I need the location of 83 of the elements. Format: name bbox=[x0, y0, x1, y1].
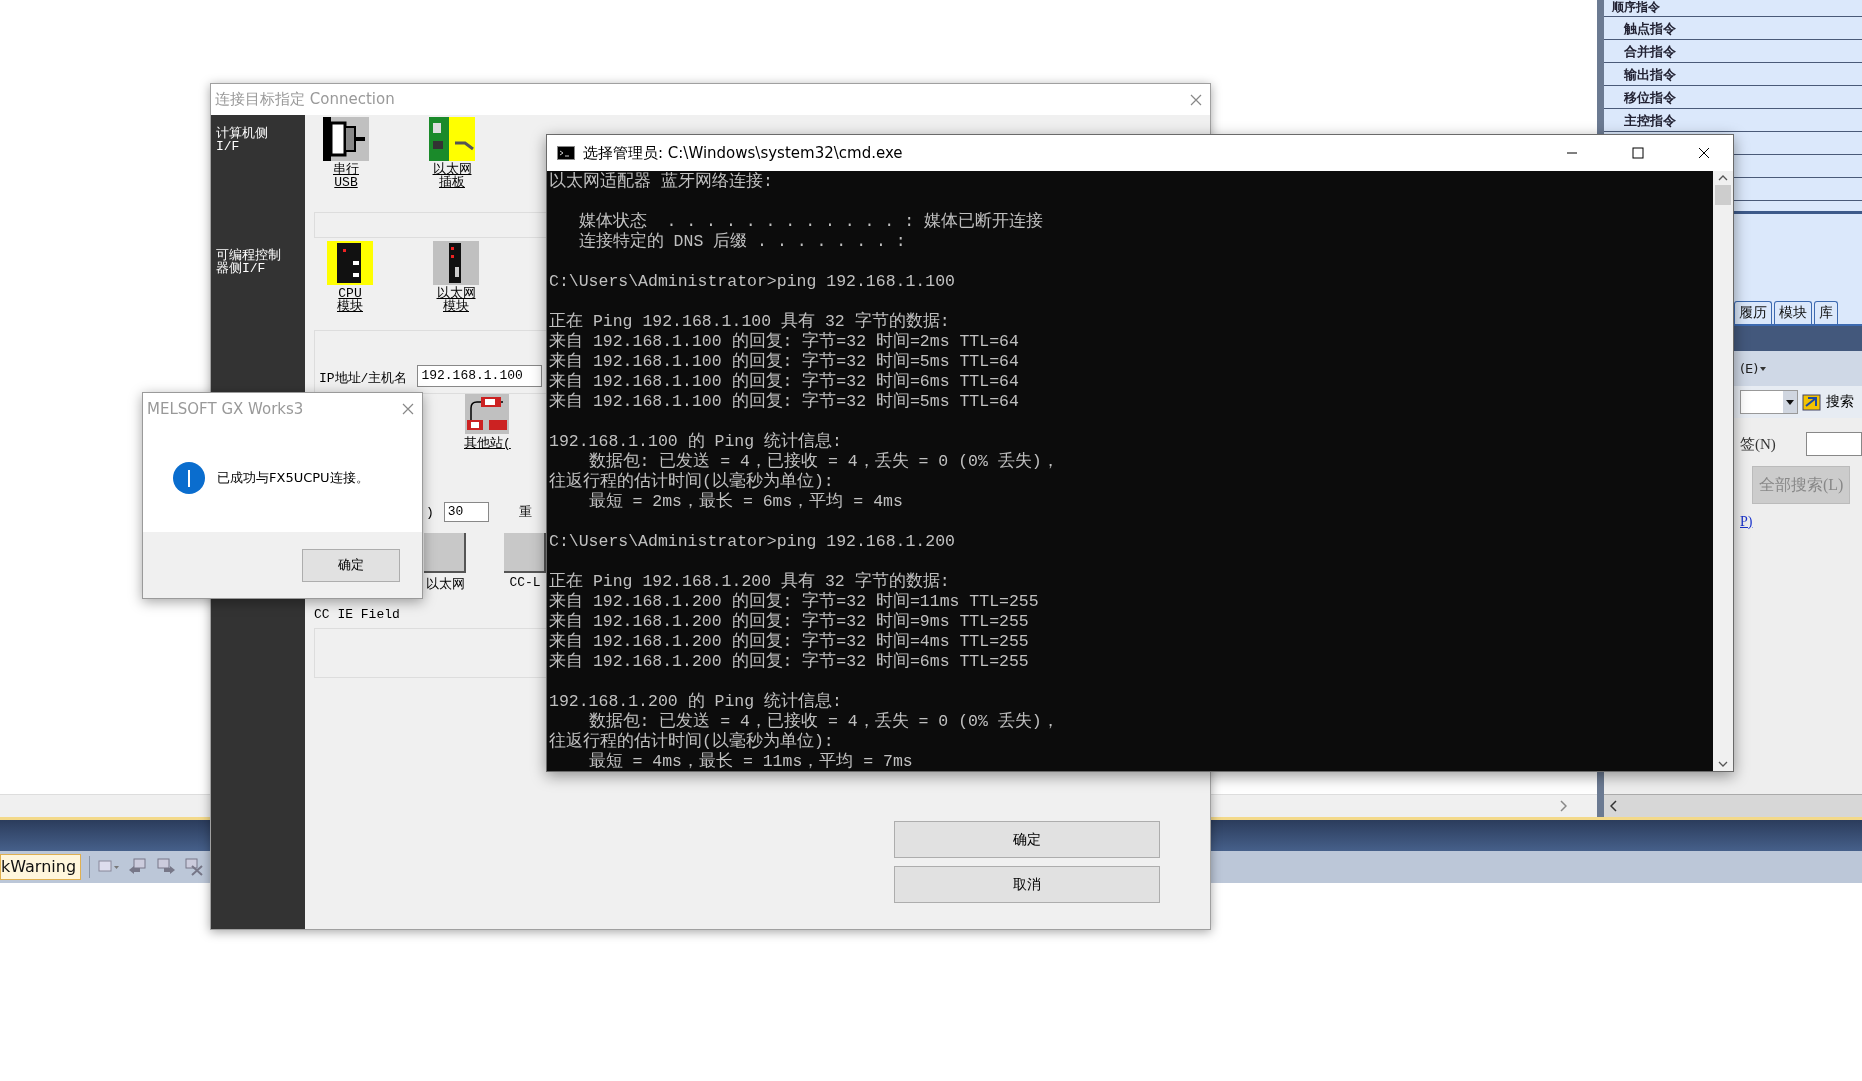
section-label: 可编程控制器侧I/F bbox=[216, 249, 282, 275]
console-line: C:\Users\Administrator>ping 192.168.1.100 bbox=[549, 272, 956, 292]
network-stations-icon[interactable] bbox=[465, 394, 510, 434]
network-option[interactable]: CC-L bbox=[504, 533, 546, 595]
console-line: 以太网适配器 蓝牙网络连接: bbox=[549, 172, 774, 192]
vertical-scrollbar[interactable] bbox=[1713, 171, 1733, 771]
field-label: 签(N) bbox=[1740, 434, 1776, 454]
console-line: 数据包: 已发送 = 4，已接收 = 4，丢失 = 0 (0% 丢失)， bbox=[587, 712, 1060, 731]
dialog-button[interactable]: 取消 bbox=[894, 866, 1160, 903]
label-input-field[interactable] bbox=[1805, 432, 1862, 456]
console-line: 来自 192.168.1.200 的回复: 字节=32 时间=11ms TTL=255 bbox=[549, 592, 1040, 611]
console-icon bbox=[557, 146, 575, 160]
filter-field[interactable]: kWarning bbox=[0, 854, 82, 880]
console-line: 往返行程的估计时间(以毫秒为单位): bbox=[549, 732, 835, 752]
other-station-option[interactable]: 其他站( bbox=[464, 394, 511, 460]
next-icon[interactable] bbox=[156, 858, 177, 876]
console-line: 连接特定的 DNS 后缀 . . . . . . . : bbox=[577, 232, 907, 252]
close-icon[interactable] bbox=[1698, 147, 1710, 159]
console-line: 来自 192.168.1.100 的回复: 字节=32 时间=5ms TTL=64 bbox=[549, 392, 1020, 412]
dialog-title: MELSOFT GX Works3 bbox=[147, 399, 304, 418]
instruction-item[interactable]: 移位指令 bbox=[1604, 86, 1862, 109]
console-line: 192.168.1.200 的 Ping 统计信息: bbox=[549, 692, 843, 712]
console-line: 来自 192.168.1.200 的回复: 字节=32 时间=9ms TTL=255 bbox=[549, 612, 1030, 631]
horizontal-scrollbar[interactable] bbox=[1604, 794, 1862, 817]
instruction-item[interactable]: 输出指令 bbox=[1604, 63, 1862, 86]
chevron-up-icon[interactable] bbox=[1718, 175, 1728, 181]
chevron-right-icon[interactable] bbox=[1559, 800, 1567, 812]
console-line: 媒体状态 . . . . . . . . . . . . : 媒体已断开连接 bbox=[577, 212, 1044, 231]
console-line: 最短 = 4ms，最长 = 11ms，平均 = 7ms bbox=[587, 752, 914, 771]
link[interactable]: P) bbox=[1740, 514, 1753, 530]
group-label: CC IE Field bbox=[314, 607, 400, 622]
caret-down-icon[interactable] bbox=[1760, 366, 1767, 371]
dialog-button[interactable]: 确定 bbox=[894, 821, 1160, 858]
interface-option[interactable]: 以太网 插板 bbox=[422, 117, 482, 209]
scrollbar-thumb[interactable] bbox=[1715, 185, 1731, 205]
maximize-icon[interactable] bbox=[1632, 147, 1644, 159]
console-line: 来自 192.168.1.100 的回复: 字节=32 时间=5ms TTL=64 bbox=[549, 352, 1020, 371]
section-label: 计算机侧 I/F bbox=[216, 127, 268, 153]
interface-option[interactable]: 串行 USB bbox=[316, 117, 376, 209]
interface-option[interactable]: CPU 模块 bbox=[320, 241, 380, 326]
tab[interactable]: 模块 bbox=[1774, 301, 1812, 324]
dialog-title: 连接目标指定 Connection bbox=[215, 90, 395, 109]
ok-button[interactable]: 确定 bbox=[302, 548, 400, 582]
field-label: ) bbox=[426, 504, 434, 520]
console-line: C:\Users\Administrator>ping 192.168.1.200 bbox=[549, 532, 956, 552]
message-text: 已成功与FX5UCPU连接。 bbox=[217, 469, 369, 487]
chevron-left-icon[interactable] bbox=[1610, 800, 1618, 812]
console-line: 正在 Ping 192.168.1.100 具有 32 字节的数据: bbox=[549, 312, 951, 331]
window-title: 选择管理员: C:\Windows\system32\cmd.exe bbox=[583, 143, 904, 163]
list-header: 顺序指令 bbox=[1604, 0, 1862, 17]
tab[interactable]: 履历 bbox=[1734, 301, 1772, 324]
chevron-down-icon[interactable] bbox=[1718, 761, 1728, 767]
previous-icon[interactable] bbox=[128, 858, 149, 876]
timeout-field[interactable]: 30 bbox=[443, 502, 489, 522]
console-line: 来自 192.168.1.200 的回复: 字节=32 时间=4ms TTL=255 bbox=[549, 632, 1030, 651]
console-line: 192.168.1.100 的 Ping 统计信息: bbox=[549, 432, 843, 452]
instruction-item[interactable]: 合并指令 bbox=[1604, 40, 1862, 63]
network-icon[interactable] bbox=[504, 533, 546, 573]
module-icon[interactable] bbox=[429, 117, 475, 161]
ip-address-field[interactable]: 192.168.1.100 bbox=[417, 365, 543, 387]
search-button[interactable]: 搜索 bbox=[1826, 393, 1854, 411]
interface-option[interactable]: 以太网 模块 bbox=[426, 241, 486, 326]
clear-icon[interactable] bbox=[184, 858, 205, 876]
module-icon[interactable] bbox=[327, 241, 373, 285]
network-option[interactable]: 以太网 bbox=[424, 533, 466, 595]
info-icon bbox=[173, 462, 205, 494]
console-line: 数据包: 已发送 = 4，已接收 = 4，丢失 = 0 (0% 丢失)， bbox=[587, 452, 1060, 471]
caret-down-icon[interactable] bbox=[1786, 399, 1794, 405]
console-line: 来自 192.168.1.100 的回复: 字节=32 时间=6ms TTL=64 bbox=[549, 372, 1020, 391]
console-line: 来自 192.168.1.200 的回复: 字节=32 时间=6ms TTL=255 bbox=[549, 652, 1030, 672]
console-line: 最短 = 2ms，最长 = 6ms，平均 = 4ms bbox=[587, 492, 904, 512]
network-icon[interactable] bbox=[424, 533, 466, 573]
menu-label[interactable]: (E) bbox=[1740, 361, 1759, 376]
field-label: 重 bbox=[518, 504, 532, 521]
instruction-item[interactable]: 触点指令 bbox=[1604, 17, 1862, 40]
search-tool-icon[interactable] bbox=[1802, 392, 1822, 412]
console-line: 来自 192.168.1.100 的回复: 字节=32 时间=2ms TTL=64 bbox=[549, 332, 1020, 351]
tab[interactable]: 库 bbox=[1814, 301, 1838, 324]
ip-label: IP地址/主机名 bbox=[319, 370, 408, 387]
module-icon[interactable] bbox=[323, 117, 369, 161]
module-icon[interactable] bbox=[433, 241, 479, 285]
console-line: 正在 Ping 192.168.1.200 具有 32 字节的数据: bbox=[549, 572, 951, 591]
console-line: 往返行程的估计时间(以毫秒为单位): bbox=[549, 472, 835, 492]
